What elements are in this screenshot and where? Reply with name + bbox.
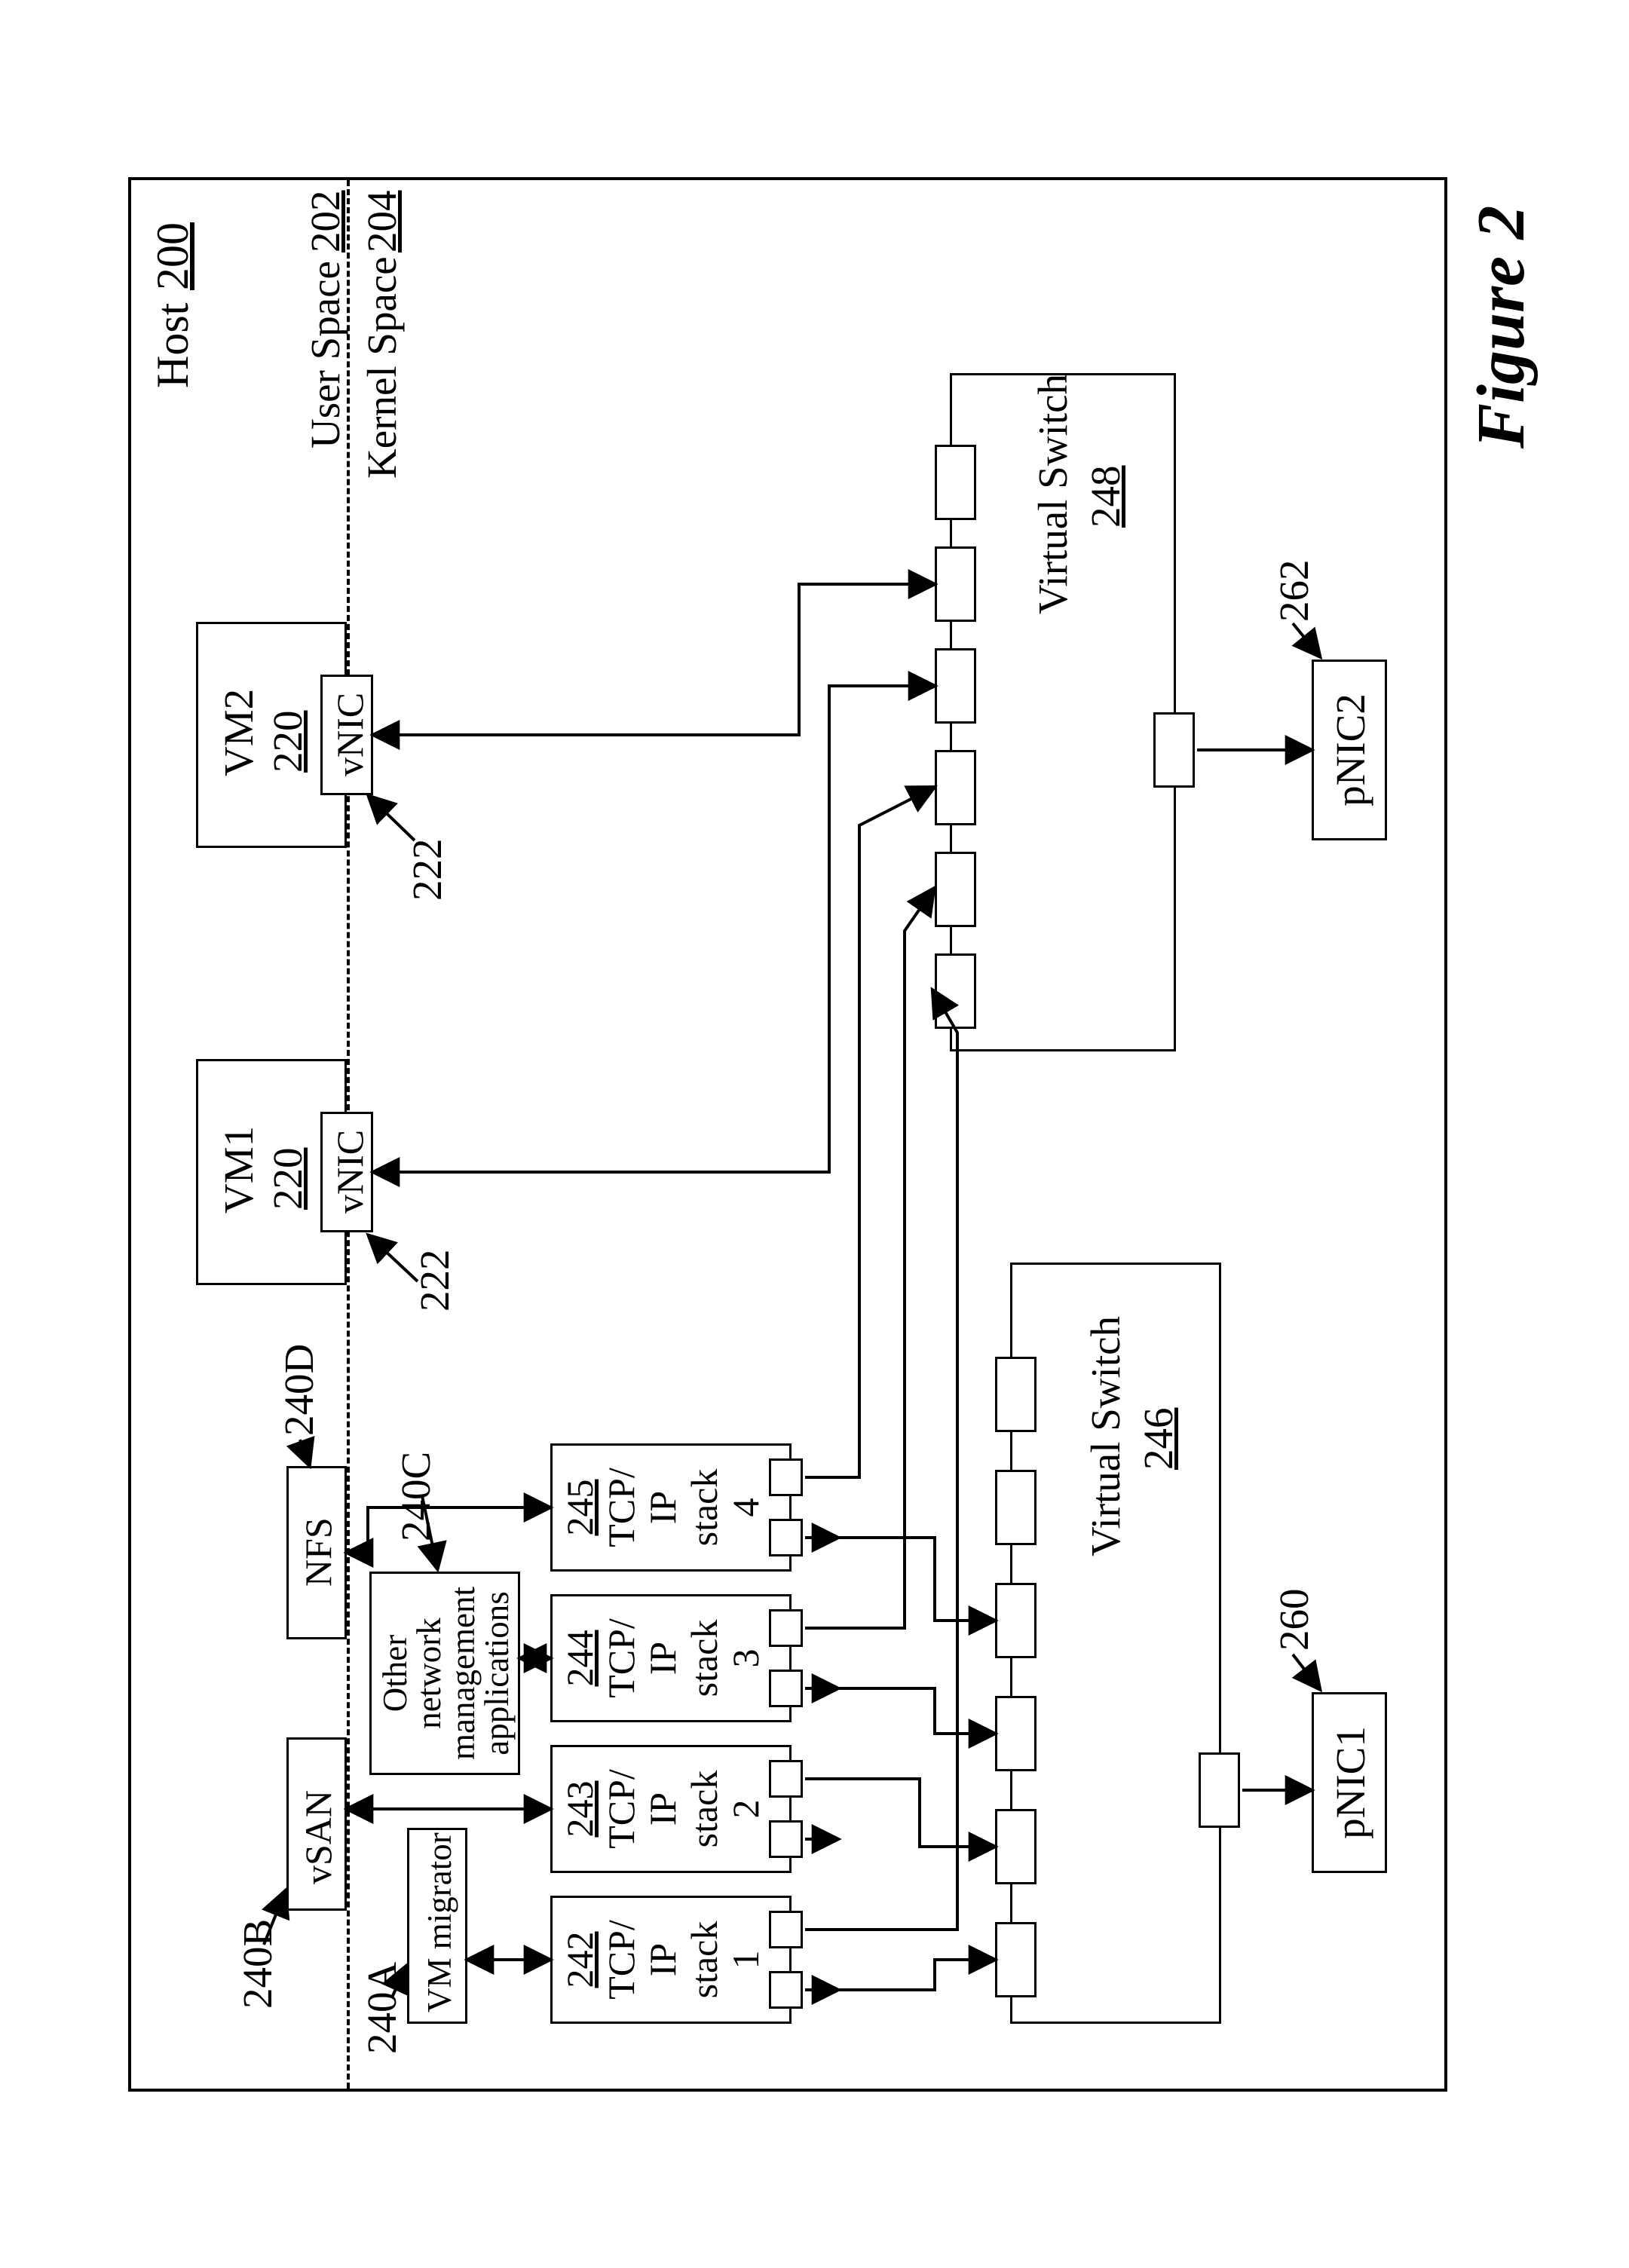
- wires: [106, 147, 1523, 2122]
- figure-caption: Figure 2: [1462, 205, 1540, 448]
